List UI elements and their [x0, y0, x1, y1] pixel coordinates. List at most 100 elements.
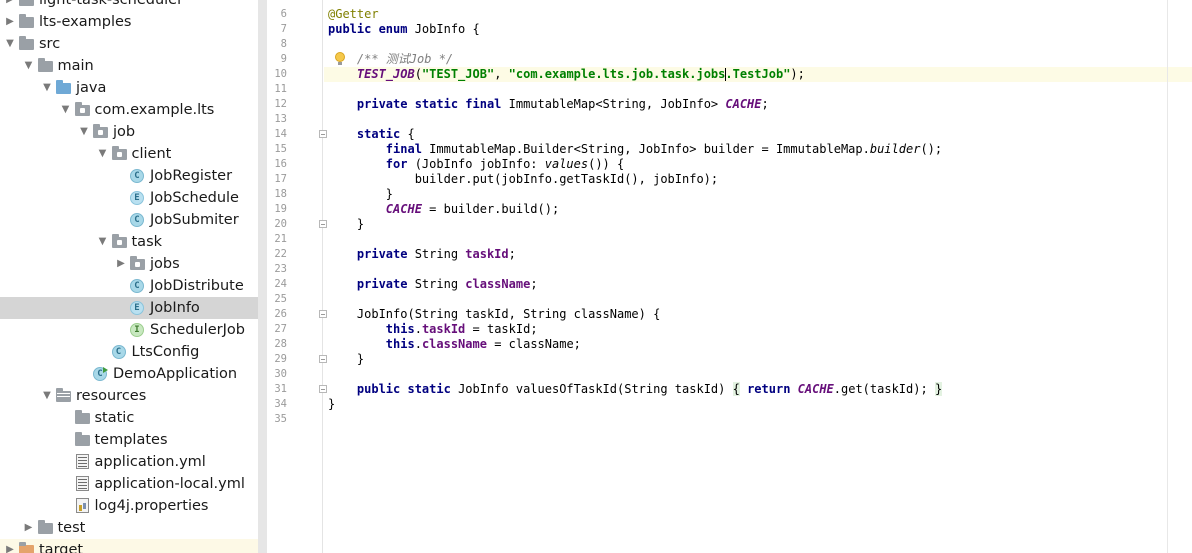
expand-arrow-down-icon[interactable]: ▼: [40, 77, 54, 99]
code-line[interactable]: final ImmutableMap.Builder<String, JobIn…: [328, 142, 942, 157]
code-line[interactable]: }: [328, 217, 364, 232]
code-line[interactable]: private String taskId;: [328, 247, 516, 262]
tree-item-com-example-lts[interactable]: ▼ com.example.lts: [0, 99, 258, 121]
folder-icon: [19, 14, 35, 30]
expand-arrow-down-icon[interactable]: ▼: [40, 385, 54, 407]
code-line[interactable]: TEST_JOB("TEST_JOB", "com.example.lts.jo…: [328, 67, 805, 82]
expand-arrow-down-icon[interactable]: ▼: [96, 143, 110, 165]
tree-item-static[interactable]: static: [0, 407, 258, 429]
line-number: 25: [274, 293, 287, 305]
expand-arrow-right-icon[interactable]: ▶: [3, 0, 17, 11]
code-token: = builder.build();: [421, 202, 560, 216]
code-token: (JobInfo jobInfo:: [414, 157, 545, 171]
expand-arrow-right-icon[interactable]: ▶: [3, 539, 17, 553]
code-line[interactable]: this.taskId = taskId;: [328, 322, 538, 337]
code-line[interactable]: @Getter: [328, 7, 379, 22]
code-token: values: [544, 157, 589, 171]
fold-marker-icon[interactable]: [319, 385, 327, 393]
code-line[interactable]: public enum JobInfo {: [328, 22, 480, 37]
code-token: }: [328, 397, 336, 411]
code-line[interactable]: private static final ImmutableMap<String…: [328, 97, 769, 112]
code-line[interactable]: this.className = className;: [328, 337, 581, 352]
code-line[interactable]: /** 测试Job */: [328, 52, 453, 67]
tree-item-java[interactable]: ▼ java: [0, 77, 258, 99]
tree-item-label: DemoApplication: [113, 366, 238, 382]
line-number: 18: [274, 188, 287, 200]
line-number: 28: [274, 338, 287, 350]
tree-item-jobdistribute[interactable]: C JobDistribute: [0, 275, 258, 297]
line-number: 7: [280, 23, 287, 35]
tree-item-application-yml[interactable]: application.yml: [0, 451, 258, 473]
tree-item-label: log4j.properties: [94, 498, 209, 514]
expand-arrow-right-icon[interactable]: ▶: [22, 517, 36, 539]
code-line[interactable]: private String className;: [328, 277, 538, 292]
tree-item-label: application-local.yml: [94, 476, 245, 492]
tree-item-label: templates: [94, 432, 168, 448]
tree-item-lts-examples[interactable]: ▶ lts-examples: [0, 11, 258, 33]
tree-item-main[interactable]: ▼ main: [0, 55, 258, 77]
tree-item-light-task-scheduler[interactable]: ▶ light-task-scheduler: [0, 0, 258, 11]
code-token: "com.example.lts.job.task.jobs: [508, 67, 726, 81]
expand-arrow-right-icon[interactable]: ▶: [114, 253, 128, 275]
expand-arrow-down-icon[interactable]: ▼: [59, 99, 73, 121]
code-token: return: [747, 382, 798, 396]
code-editor[interactable]: 6 7 8 9 10 11 12 13 14 15 16 17 18 19 20 21 22 23 24 25 26 27…: [267, 0, 1192, 553]
tree-item-task[interactable]: ▼ task: [0, 231, 258, 253]
tree-item-demoapplication[interactable]: C DemoApplication: [0, 363, 258, 385]
fold-marker-icon[interactable]: [319, 130, 327, 138]
code-line[interactable]: JobInfo(String taskId, String className)…: [328, 307, 660, 322]
tree-item-jobregister[interactable]: C JobRegister: [0, 165, 258, 187]
code-token: /** 测试Job */: [356, 52, 454, 66]
code-line[interactable]: builder.put(jobInfo.getTaskId(), jobInfo…: [328, 172, 718, 187]
folder-icon: [74, 432, 91, 448]
tree-item-ltsconfig[interactable]: C LtsConfig: [0, 341, 258, 363]
expand-arrow-down-icon[interactable]: ▼: [96, 231, 110, 253]
line-number: 10: [274, 68, 287, 80]
expand-arrow-down-icon[interactable]: ▼: [3, 33, 17, 55]
code-line[interactable]: CACHE = builder.build();: [328, 202, 559, 217]
expand-arrow-right-icon[interactable]: ▶: [3, 11, 17, 33]
line-number: 26: [274, 308, 287, 320]
code-token: "TEST_JOB": [421, 67, 495, 81]
code-token: = className;: [486, 337, 581, 351]
tree-item-templates[interactable]: templates: [0, 429, 258, 451]
tree-item-client[interactable]: ▼ client: [0, 143, 258, 165]
tree-item-resources[interactable]: ▼ resources: [0, 385, 258, 407]
code-line[interactable]: public static JobInfo valuesOfTaskId(Str…: [328, 382, 943, 397]
tree-item-schedulerjob[interactable]: I SchedulerJob: [0, 319, 258, 341]
code-line[interactable]: }: [328, 397, 335, 412]
code-line[interactable]: for (JobInfo jobInfo: values()) {: [328, 157, 624, 172]
tree-item-jobinfo[interactable]: E JobInfo: [0, 297, 258, 319]
tree-item-test[interactable]: ▶ test: [0, 517, 258, 539]
tree-item-label: main: [57, 58, 94, 74]
fold-marker-icon[interactable]: [319, 220, 327, 228]
tree-item-jobsubmiter[interactable]: C JobSubmiter: [0, 209, 258, 231]
app-class-icon: C: [93, 366, 109, 382]
tree-item-job[interactable]: ▼ job: [0, 121, 258, 143]
code-line[interactable]: }: [328, 187, 393, 202]
code-line[interactable]: }: [328, 352, 364, 367]
code-line[interactable]: static {: [328, 127, 415, 142]
tree-item-target[interactable]: ▶ target: [0, 539, 258, 553]
expand-arrow-down-icon[interactable]: ▼: [22, 55, 36, 77]
expand-arrow-down-icon[interactable]: ▼: [77, 121, 91, 143]
tree-item-application-local-yml[interactable]: application-local.yml: [0, 473, 258, 495]
tree-scrollbar[interactable]: [258, 0, 267, 553]
line-number: 31: [274, 383, 287, 395]
tree-item-label: JobDistribute: [150, 278, 244, 294]
code-token: ,: [494, 67, 509, 81]
source-folder-icon: [56, 80, 72, 96]
yml-file-icon: [75, 476, 91, 492]
code-token: taskId: [421, 322, 466, 336]
tree-item-src[interactable]: ▼ src: [0, 33, 258, 55]
code-token: }: [328, 217, 365, 231]
tree-item-jobs[interactable]: ▶ jobs: [0, 253, 258, 275]
tree-item-log4j-properties[interactable]: log4j.properties: [0, 495, 258, 517]
tree-item-label: jobs: [150, 256, 180, 272]
tree-item-jobschedule[interactable]: E JobSchedule: [0, 187, 258, 209]
fold-marker-icon[interactable]: [319, 310, 327, 318]
fold-marker-icon[interactable]: [319, 355, 327, 363]
